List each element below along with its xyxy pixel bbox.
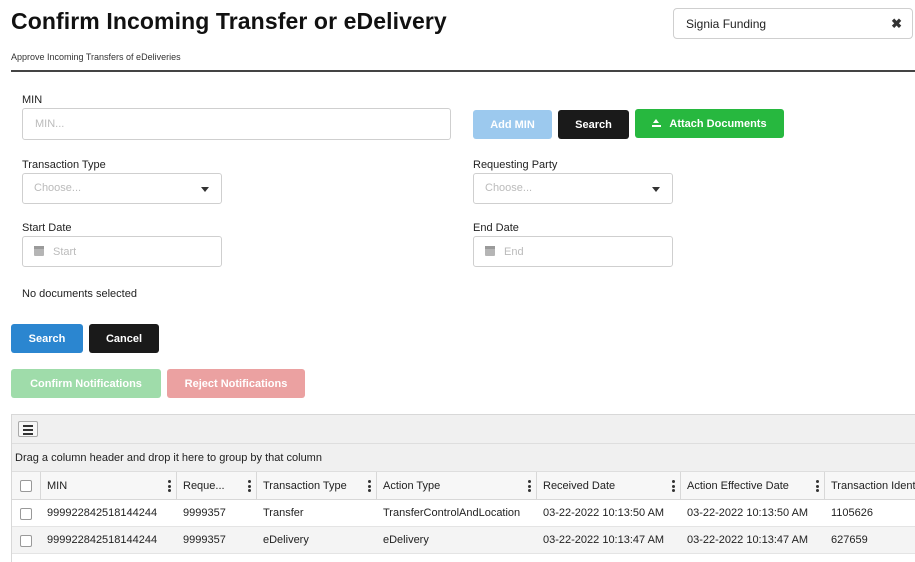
cell-text: 1105626	[831, 507, 874, 519]
end-date-input[interactable]: End	[473, 236, 673, 267]
requesting-party-placeholder: Choose...	[485, 182, 533, 194]
no-documents-text: No documents selected	[22, 288, 137, 300]
confirm-notifications-button[interactable]: Confirm Notifications	[11, 369, 161, 398]
transaction-type-label: Transaction Type	[22, 159, 106, 171]
cell-received-date: 03-22-2022 10:13:50 AM	[537, 500, 681, 527]
cell-action-effective-date: 03-22-2022 10:13:50 AM	[681, 500, 825, 527]
organization-select[interactable]: Signia Funding ✖	[673, 8, 913, 39]
upload-icon	[652, 119, 662, 128]
reject-notifications-button[interactable]: Reject Notifications	[167, 369, 305, 398]
group-by-hint: Drag a column header and drop it here to…	[15, 452, 322, 464]
cell-text: 03-22-2022 10:13:50 AM	[543, 507, 665, 519]
column-header-min[interactable]: MIN	[41, 472, 177, 500]
select-all-cell	[12, 472, 41, 500]
cell-text: 9999357	[183, 534, 226, 546]
cell-text: 03-22-2022 10:13:47 AM	[543, 534, 665, 546]
calendar-icon	[34, 246, 44, 256]
attach-documents-button[interactable]: Attach Documents	[635, 109, 784, 138]
transaction-type-placeholder: Choose...	[34, 182, 82, 194]
cell-text: 03-22-2022 10:13:47 AM	[687, 534, 809, 546]
kebab-menu-icon[interactable]	[168, 480, 171, 492]
kebab-menu-icon[interactable]	[672, 480, 675, 492]
column-header-action-type[interactable]: Action Type	[377, 472, 537, 500]
cell-text: TransferControlAndLocation	[383, 507, 521, 519]
column-header-transaction-type[interactable]: Transaction Type	[257, 472, 377, 500]
column-header-requesting-party[interactable]: Reque...	[177, 472, 257, 500]
search-button[interactable]: Search	[11, 324, 83, 353]
header-divider	[11, 70, 915, 72]
cell-text: 999922842518144244	[47, 534, 158, 546]
cell-requesting-party: 9999357	[177, 500, 257, 527]
row-select-cell	[12, 500, 41, 527]
cell-action-type: eDelivery	[377, 527, 537, 554]
close-icon[interactable]: ✖	[891, 16, 902, 32]
cell-text: 999922842518144244	[47, 507, 158, 519]
cell-min: 999922842518144244	[41, 500, 177, 527]
start-date-input[interactable]: Start	[22, 236, 222, 267]
cell-text: Transfer	[263, 507, 304, 519]
column-header-transaction-identifier[interactable]: Transaction Identi	[825, 472, 915, 500]
caret-down-icon	[652, 187, 660, 192]
column-header-label: Received Date	[543, 480, 616, 492]
row-checkbox[interactable]	[20, 508, 32, 520]
transaction-type-select[interactable]: Choose...	[22, 173, 222, 204]
cell-transaction-identifier: 1105626	[825, 500, 915, 527]
cancel-button[interactable]: Cancel	[89, 324, 159, 353]
cell-transaction-type: eDelivery	[257, 527, 377, 554]
column-header-label: MIN	[47, 480, 68, 492]
page-title: Confirm Incoming Transfer or eDelivery	[11, 8, 447, 34]
min-placeholder: MIN...	[35, 118, 65, 130]
cell-action-effective-date: 03-22-2022 10:13:47 AM	[681, 527, 825, 554]
transactions-grid: Drag a column header and drop it here to…	[11, 414, 915, 562]
row-checkbox[interactable]	[20, 535, 32, 547]
column-header-label: Reque...	[183, 480, 225, 492]
min-input[interactable]: MIN...	[22, 108, 451, 140]
end-date-label: End Date	[473, 222, 519, 234]
column-header-action-effective-date[interactable]: Action Effective Date	[681, 472, 825, 500]
cell-transaction-type: Transfer	[257, 500, 377, 527]
caret-down-icon	[201, 187, 209, 192]
start-date-label: Start Date	[22, 222, 72, 234]
column-header-label: Action Type	[383, 480, 441, 492]
min-label: MIN	[22, 94, 43, 106]
cell-requesting-party: 9999357	[177, 527, 257, 554]
table-row[interactable]: 999922842518144244 9999357 eDelivery eDe…	[12, 527, 915, 554]
cell-min: 999922842518144244	[41, 527, 177, 554]
kebab-menu-icon[interactable]	[816, 480, 819, 492]
cell-text: eDelivery	[263, 534, 309, 546]
cell-text: 627659	[831, 534, 868, 546]
group-by-panel[interactable]: Drag a column header and drop it here to…	[12, 444, 915, 472]
cell-text: eDelivery	[383, 534, 429, 546]
select-all-checkbox[interactable]	[20, 480, 32, 492]
organization-value: Signia Funding	[686, 17, 767, 31]
column-header-label: Transaction Identi	[831, 480, 915, 492]
kebab-menu-icon[interactable]	[528, 480, 531, 492]
attach-documents-label: Attach Documents	[669, 117, 767, 130]
kebab-menu-icon[interactable]	[248, 480, 251, 492]
kebab-menu-icon[interactable]	[368, 480, 371, 492]
requesting-party-label: Requesting Party	[473, 159, 558, 171]
start-date-placeholder: Start	[53, 245, 77, 258]
row-select-cell	[12, 527, 41, 554]
column-header-label: Action Effective Date	[687, 480, 789, 492]
cell-received-date: 03-22-2022 10:13:47 AM	[537, 527, 681, 554]
end-date-placeholder: End	[504, 245, 524, 258]
column-header-received-date[interactable]: Received Date	[537, 472, 681, 500]
table-row[interactable]: 999922842518144244 9999357 Transfer Tran…	[12, 500, 915, 527]
hamburger-menu-icon[interactable]	[18, 421, 38, 437]
grid-header-row: MIN Reque... Transaction Type Action Typ…	[12, 472, 915, 500]
cell-transaction-identifier: 627659	[825, 527, 915, 554]
search-min-button[interactable]: Search	[558, 110, 629, 139]
grid-toolbar	[12, 415, 915, 444]
column-header-label: Transaction Type	[263, 480, 347, 492]
page-subtitle: Approve Incoming Transfers of eDeliverie…	[11, 52, 181, 62]
calendar-icon	[485, 246, 495, 256]
add-min-button[interactable]: Add MIN	[473, 110, 552, 139]
cell-action-type: TransferControlAndLocation	[377, 500, 537, 527]
cell-text: 03-22-2022 10:13:50 AM	[687, 507, 809, 519]
requesting-party-select[interactable]: Choose...	[473, 173, 673, 204]
cell-text: 9999357	[183, 507, 226, 519]
